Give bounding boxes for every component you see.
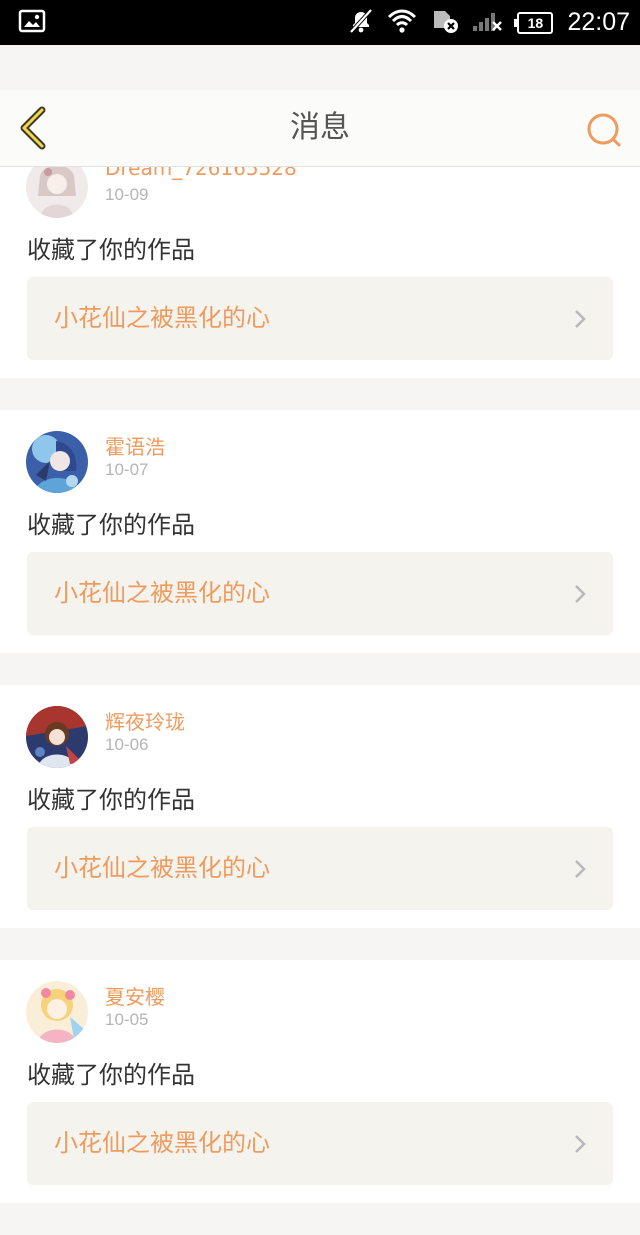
sim-error-icon [431, 8, 459, 38]
status-bar: 18 22:07 [0, 0, 640, 45]
chevron-right-icon [575, 585, 586, 603]
message-date: 10-05 [105, 1010, 149, 1029]
search-button[interactable] [584, 110, 624, 150]
username[interactable]: 夏安樱 [105, 981, 165, 1010]
message-action: 收藏了你的作品 [27, 511, 195, 539]
battery-icon: 18 [514, 11, 554, 34]
work-title: 小花仙之被黑化的心 [54, 854, 270, 882]
chevron-right-icon [575, 310, 586, 328]
message-date: 10-07 [105, 460, 149, 479]
message-action: 收藏了你的作品 [27, 1061, 195, 1089]
work-link[interactable]: 小花仙之被黑化的心 [27, 827, 613, 910]
avatar[interactable] [26, 431, 88, 493]
message-card: 辉夜玲珑 10-06 收藏了你的作品 小花仙之被黑化的心 [0, 685, 640, 928]
work-link[interactable]: 小花仙之被黑化的心 [27, 277, 613, 360]
avatar[interactable] [26, 981, 88, 1043]
signal-icon [473, 10, 503, 36]
work-link[interactable]: 小花仙之被黑化的心 [27, 1102, 613, 1185]
chevron-right-icon [575, 860, 586, 878]
mute-icon [349, 8, 373, 38]
message-card: 霍语浩 10-07 收藏了你的作品 小花仙之被黑化的心 [0, 410, 640, 653]
work-link[interactable]: 小花仙之被黑化的心 [27, 552, 613, 635]
username[interactable]: 辉夜玲珑 [105, 706, 185, 735]
message-list[interactable]: Dream_726165528 10-09 收藏了你的作品 小花仙之被黑化的心 … [0, 135, 640, 1235]
chevron-right-icon [575, 1135, 586, 1153]
username[interactable]: 霍语浩 [105, 431, 165, 460]
search-icon [587, 113, 621, 147]
message-card: Dream_726165528 10-09 收藏了你的作品 小花仙之被黑化的心 [0, 135, 640, 378]
work-title: 小花仙之被黑化的心 [54, 304, 270, 332]
message-date: 10-09 [105, 185, 149, 204]
message-action: 收藏了你的作品 [27, 236, 195, 264]
message-action: 收藏了你的作品 [27, 786, 195, 814]
wifi-icon [387, 9, 417, 37]
gallery-notification-icon [18, 9, 46, 37]
avatar[interactable] [26, 706, 88, 768]
message-date: 10-06 [105, 735, 149, 754]
work-title: 小花仙之被黑化的心 [54, 1129, 270, 1157]
message-card: 夏安樱 10-05 收藏了你的作品 小花仙之被黑化的心 [0, 960, 640, 1203]
work-title: 小花仙之被黑化的心 [54, 579, 270, 607]
page-title: 消息 [290, 110, 350, 145]
status-time: 22:07 [567, 8, 630, 36]
header: 消息 [0, 90, 640, 167]
